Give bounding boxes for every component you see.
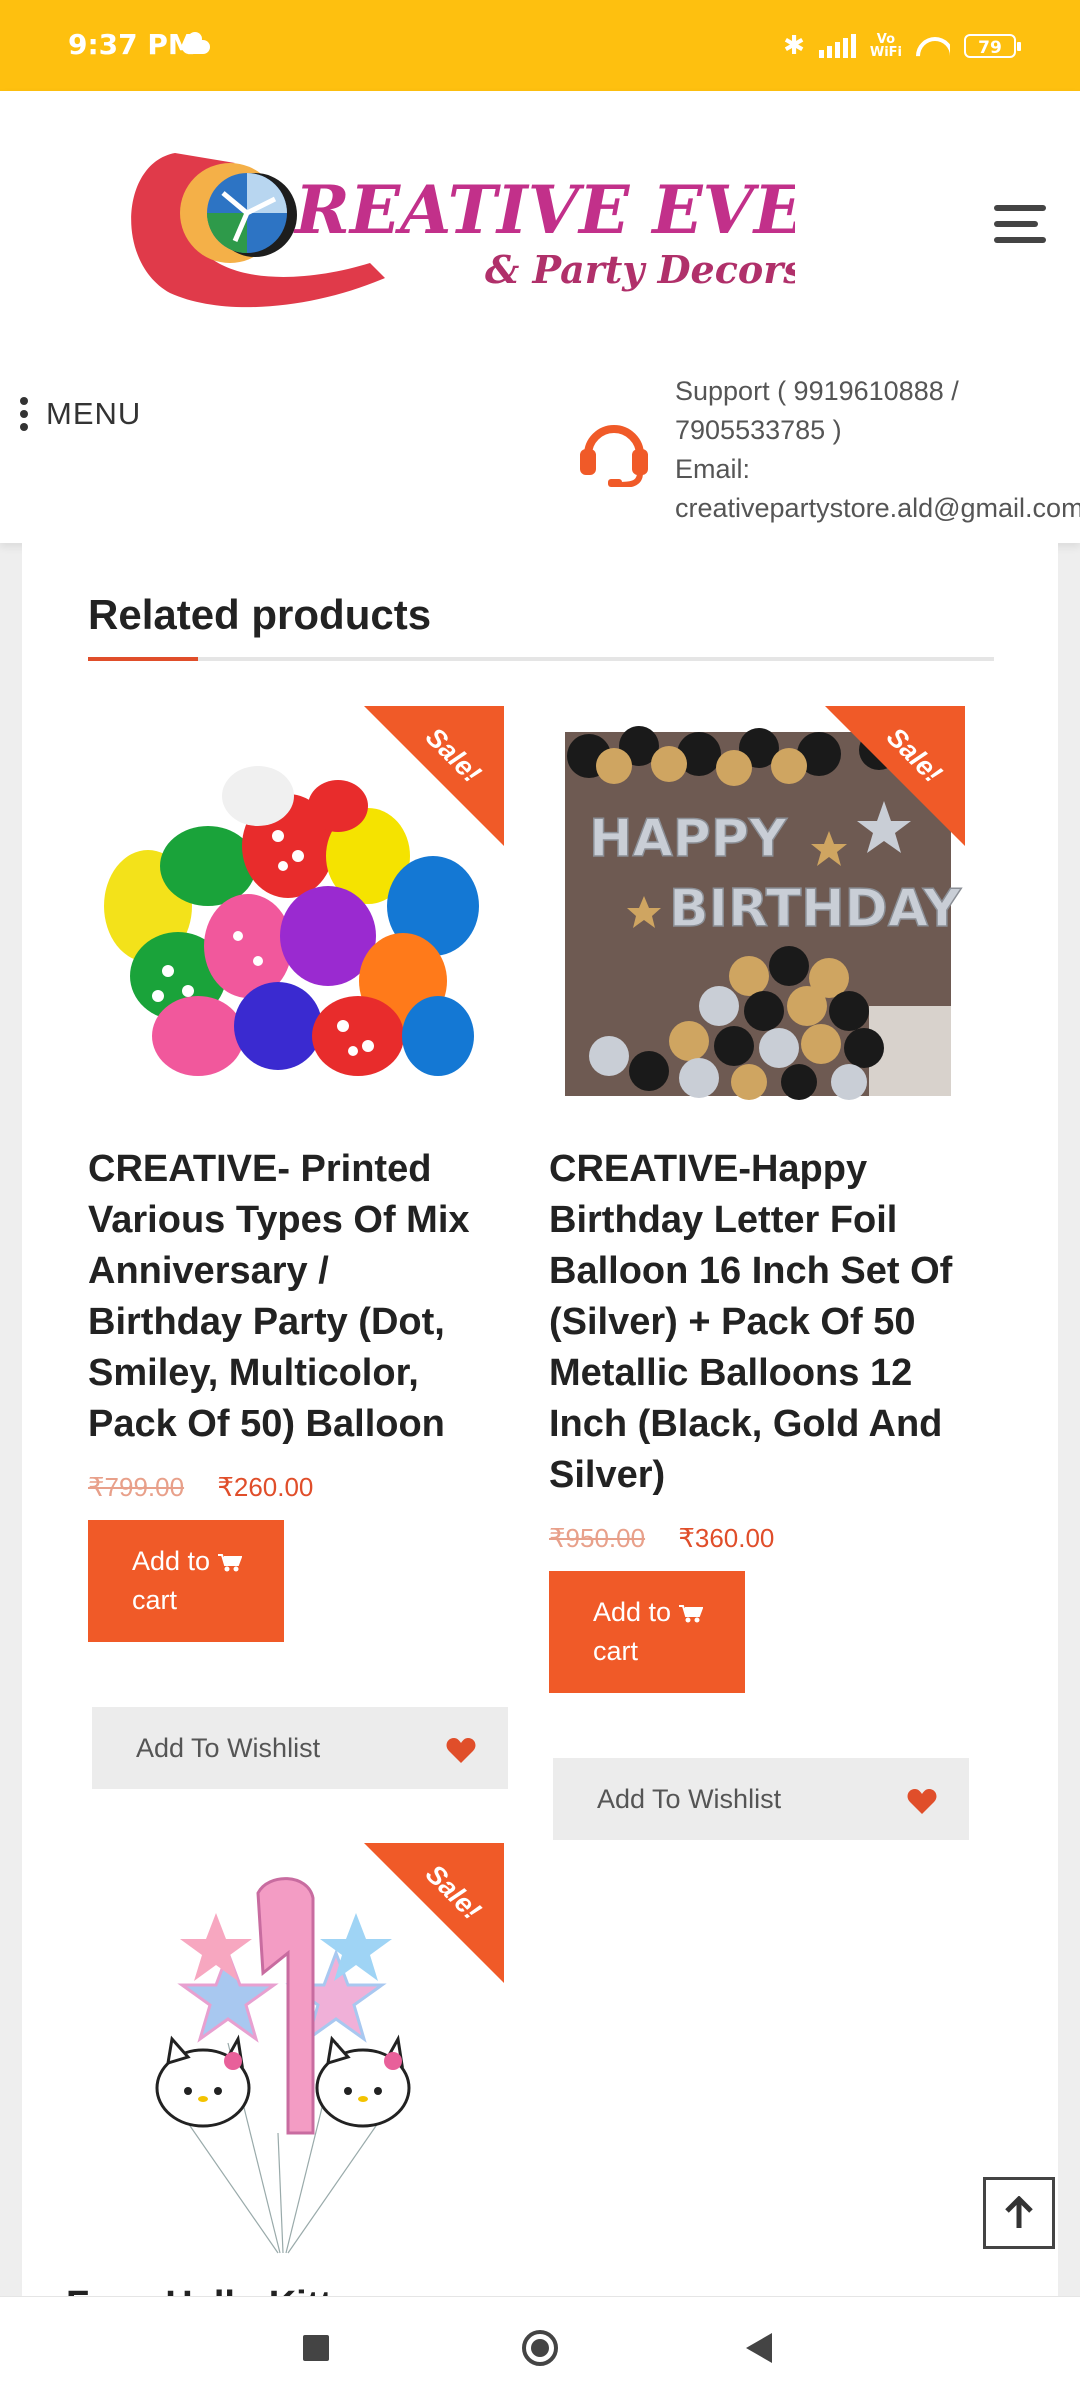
more-vertical-icon (20, 397, 28, 431)
recent-apps-icon[interactable] (303, 2335, 329, 2361)
add-to-wishlist-button[interactable]: Add To Wishlist (553, 1758, 969, 1840)
sale-badge: Sale! (364, 706, 504, 846)
support-phone[interactable]: Support ( 9919610888 / (675, 372, 1080, 411)
site-logo[interactable]: REATIVE EVENTS & Party Decors (115, 133, 795, 313)
product-title[interactable]: CREATIVE- Printed Various Types Of Mix A… (88, 1144, 518, 1450)
status-bar: 9:37 PM ✱ Vo WiFi 79 (0, 0, 1080, 91)
product-title[interactable]: Foxx Hello Kitty (66, 2284, 353, 2296)
back-to-top-button[interactable] (983, 2177, 1055, 2249)
headset-icon (580, 425, 648, 487)
add-to-wishlist-button[interactable]: Add To Wishlist (92, 1707, 508, 1789)
menu-label: MENU (46, 396, 142, 431)
add-to-cart-button[interactable]: Add to cart (549, 1571, 745, 1693)
product-price: ₹950.00 ₹360.00 (549, 1523, 774, 1554)
cart-icon (678, 1604, 703, 1623)
svg-text:BIRTHDAY: BIRTHDAY (669, 879, 962, 939)
svg-text:REATIVE EVENTS: REATIVE EVENTS (293, 171, 795, 249)
sale-price: ₹360.00 (678, 1523, 775, 1553)
related-products-section: Related products Sale! CREATIVE- Printed… (22, 543, 1058, 2296)
section-title: Related products (88, 591, 432, 638)
email-label: Email: (675, 454, 751, 484)
svg-text:HAPPY: HAPPY (589, 809, 788, 869)
back-icon[interactable] (746, 2333, 772, 2363)
product-image[interactable]: HAPPY BIRTHDAY Sale! (549, 706, 965, 1122)
battery-icon: 79 (964, 34, 1021, 58)
menu-button[interactable]: MENU (20, 394, 141, 434)
product-image[interactable]: Sale! (88, 1843, 504, 2259)
title-underline (88, 657, 994, 661)
product-image[interactable]: Sale! (88, 706, 504, 1122)
wifi-icon (916, 33, 950, 59)
status-time: 9:37 PM (68, 28, 196, 61)
arrow-up-icon (1005, 2196, 1033, 2228)
support-phone-2[interactable]: 7905533785 ) (675, 411, 1080, 450)
product-card: Sale! CREATIVE- Printed Various Types Of… (88, 706, 518, 1789)
product-title[interactable]: CREATIVE-Happy Birthday Letter Foil Ball… (549, 1144, 979, 1501)
support-email[interactable]: creativepartystore.ald@gmail.com (675, 489, 1080, 528)
status-icons: ✱ Vo WiFi 79 (783, 30, 1021, 62)
home-icon[interactable] (522, 2330, 558, 2366)
bluetooth-icon: ✱ (783, 31, 805, 61)
add-to-cart-button[interactable]: Add to cart (88, 1520, 284, 1642)
product-card: HAPPY BIRTHDAY Sale! CREATIVE-Happy Birt… (549, 706, 979, 1840)
vowifi-icon: Vo WiFi (869, 32, 902, 60)
signal-icon (818, 34, 856, 58)
hamburger-menu-icon[interactable] (994, 205, 1050, 245)
old-price: ₹799.00 (88, 1472, 185, 1502)
sale-price: ₹260.00 (217, 1472, 314, 1502)
site-header: REATIVE EVENTS & Party Decors MENU Suppo… (0, 91, 1080, 543)
product-card: Sale! (88, 1843, 518, 2303)
heart-icon (907, 1789, 937, 1814)
cart-icon (217, 1553, 242, 1572)
product-price: ₹799.00 ₹260.00 (88, 1472, 313, 1503)
svg-text:& Party Decors: & Party Decors (485, 247, 795, 292)
cloud-icon (182, 32, 210, 54)
system-nav-bar (0, 2296, 1080, 2401)
support-info: Support ( 9919610888 / 7905533785 ) Emai… (675, 372, 1080, 528)
old-price: ₹950.00 (549, 1523, 646, 1553)
sale-badge: Sale! (825, 706, 965, 846)
sale-badge: Sale! (364, 1843, 504, 1983)
heart-icon (446, 1738, 476, 1763)
